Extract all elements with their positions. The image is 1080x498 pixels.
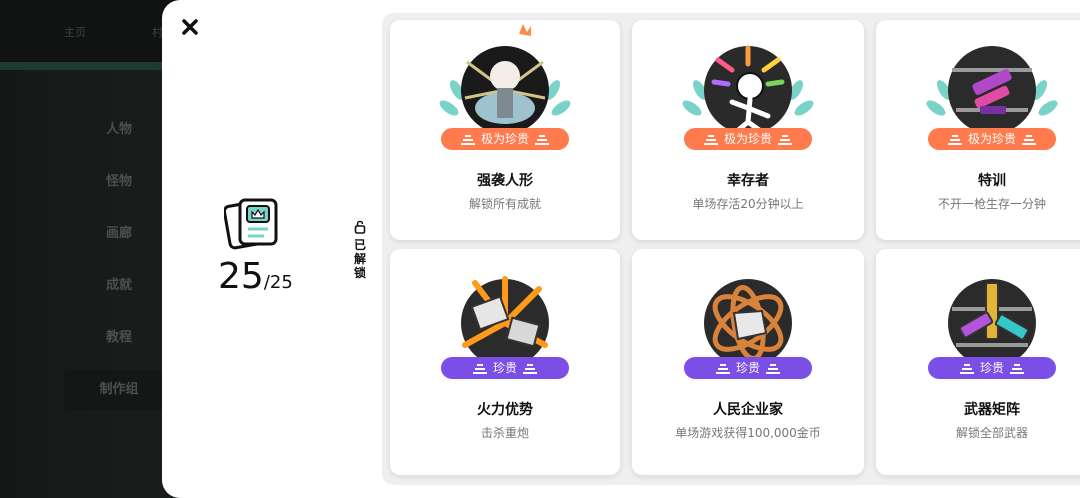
menu-item-characters[interactable]: 人物: [64, 104, 174, 156]
total-count: /25: [263, 272, 293, 293]
bars-icon: [460, 134, 475, 145]
achievement-description: 击杀重炮: [480, 426, 529, 440]
achievement-title: 幸存者: [727, 173, 769, 189]
bars-icon: [523, 363, 537, 374]
background-menu: 人物 怪物 画廊 成就 教程 制作组: [64, 104, 174, 410]
achievement-book-icon: [224, 198, 278, 250]
rarity-label: 极为珍贵: [723, 132, 772, 146]
rarity-badge: 极为珍贵: [928, 128, 1056, 150]
training-icon: [926, 46, 1058, 130]
rarity-label: 极为珍贵: [967, 132, 1016, 146]
achievement-card-survivor[interactable]: 极为珍贵 幸存者 单场存活20分钟以上: [632, 20, 864, 240]
achievement-title: 人民企业家: [713, 402, 783, 418]
unlocked-label-char-1: 已: [353, 238, 366, 252]
unlocked-label-char-2: 解: [353, 252, 366, 266]
assault-doll-icon: [439, 24, 571, 130]
achievement-title: 强袭人形: [477, 173, 533, 189]
achievements-panel: 25/25 已 解 锁 极为珍贵 强袭人形 解锁所有成就 极为珍贵 幸存者 单场…: [162, 0, 1080, 498]
close-button[interactable]: [178, 15, 202, 39]
achievement-card-entrepreneur[interactable]: 珍贵 人民企业家 单场游戏获得100,000金币: [632, 249, 864, 475]
bars-icon: [715, 363, 730, 374]
menu-item-gallery[interactable]: 画廊: [64, 208, 174, 260]
bars-icon: [778, 134, 792, 145]
bars-icon: [703, 134, 718, 145]
achievement-grid: 极为珍贵 强袭人形 解锁所有成就 极为珍贵 幸存者 单场存活20分钟以上 极为珍…: [382, 13, 1080, 485]
achievement-card-training[interactable]: 极为珍贵 特训 不开一枪生存一分钟: [876, 20, 1080, 240]
survivor-icon: [682, 45, 814, 130]
bars-icon: [1010, 363, 1024, 374]
achievement-card-assault-doll[interactable]: 极为珍贵 强袭人形 解锁所有成就: [390, 20, 620, 240]
achievement-card-weapon-matrix[interactable]: 珍贵 武器矩阵 解锁全部武器: [876, 249, 1080, 475]
achievement-card-firepower[interactable]: 珍贵 火力优势 击杀重炮: [390, 249, 620, 475]
achievement-title: 武器矩阵: [964, 402, 1020, 418]
bars-icon: [1022, 134, 1036, 145]
rarity-badge: 珍贵: [684, 357, 812, 379]
achievement-title: 火力优势: [477, 402, 533, 418]
unlock-icon: [354, 220, 366, 234]
achievement-description: 解锁所有成就: [468, 197, 541, 211]
rarity-badge: 极为珍贵: [441, 128, 569, 150]
menu-item-tutorial[interactable]: 教程: [64, 312, 174, 364]
menu-item-monsters[interactable]: 怪物: [64, 156, 174, 208]
achievement-description: 不开一枪生存一分钟: [937, 197, 1046, 211]
achievement-description: 单场游戏获得100,000金币: [675, 426, 821, 440]
firepower-icon: [461, 276, 549, 359]
rarity-badge: 珍贵: [928, 357, 1056, 379]
rarity-label: 珍贵: [979, 361, 1004, 375]
rarity-label: 极为珍贵: [480, 132, 529, 146]
bars-icon: [535, 134, 549, 145]
weapon-matrix-icon: [948, 279, 1036, 359]
unlocked-count: 25: [218, 256, 264, 297]
entrepreneur-icon: [704, 279, 792, 359]
achievement-count: 25/25: [218, 256, 293, 297]
rarity-badge: 珍贵: [441, 357, 569, 379]
menu-item-achievements[interactable]: 成就: [64, 260, 174, 312]
bars-icon: [959, 363, 974, 374]
achievement-description: 单场存活20分钟以上: [692, 197, 804, 211]
menu-item-credits[interactable]: 制作组: [64, 370, 174, 410]
unlocked-filter-label[interactable]: 已 解 锁: [352, 220, 368, 280]
unlocked-label-char-3: 锁: [353, 266, 366, 280]
rarity-label: 珍贵: [492, 361, 517, 375]
bars-icon: [472, 363, 487, 374]
achievement-title: 特训: [978, 173, 1006, 189]
bars-icon: [766, 363, 780, 374]
bars-icon: [947, 134, 962, 145]
rarity-badge: 极为珍贵: [684, 128, 812, 150]
rarity-label: 珍贵: [735, 361, 760, 375]
tab-home[interactable]: 主页: [64, 24, 86, 40]
close-icon: [182, 19, 198, 35]
achievement-description: 解锁全部武器: [955, 426, 1028, 440]
